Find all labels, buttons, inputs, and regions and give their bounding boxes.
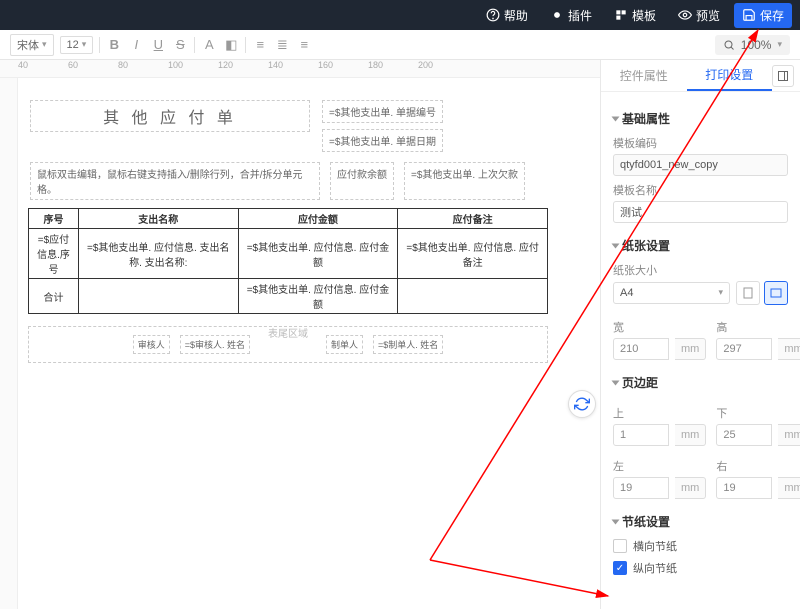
field-bill-date[interactable]: =$其他支出单. 单据日期 bbox=[322, 129, 443, 152]
doc-title[interactable]: 其 他 应 付 单 bbox=[30, 100, 310, 132]
align-left-icon[interactable]: ≡ bbox=[252, 37, 268, 53]
zoom-control[interactable]: 100% ▾ bbox=[715, 35, 790, 55]
margin-right-label: 右 bbox=[716, 458, 800, 474]
plugin-button[interactable]: 插件 bbox=[542, 3, 600, 28]
canvas-area: 406080100120140160180200 其 他 应 付 单 =$其他支… bbox=[0, 60, 600, 609]
plugin-icon bbox=[550, 8, 564, 22]
orient-landscape[interactable] bbox=[764, 281, 788, 305]
save-icon bbox=[742, 8, 756, 22]
checkbox-checked-icon: ✓ bbox=[613, 561, 627, 575]
help-label: 帮助 bbox=[504, 7, 528, 24]
doc-footer[interactable]: 表尾区域 审核人 =$审核人. 姓名 制单人 =$制单人. 姓名 bbox=[28, 326, 548, 363]
preview-button[interactable]: 预览 bbox=[670, 3, 728, 28]
tpl-name-label: 模板名称 bbox=[613, 182, 788, 198]
creator-value[interactable]: =$制单人. 姓名 bbox=[373, 335, 443, 354]
section-save-paper[interactable]: 节纸设置 bbox=[613, 513, 788, 530]
margin-top-label: 上 bbox=[613, 405, 706, 421]
expand-panel-button[interactable] bbox=[772, 65, 794, 87]
underline-icon[interactable]: U bbox=[150, 37, 166, 53]
checkbox-icon bbox=[613, 539, 627, 553]
document[interactable]: 其 他 应 付 单 =$其他支出单. 单据编号 =$其他支出单. 单据日期 鼠标… bbox=[18, 78, 600, 383]
zoom-icon bbox=[723, 39, 735, 51]
side-tabs: 控件属性 打印设置 bbox=[601, 60, 800, 92]
save-button[interactable]: 保存 bbox=[734, 3, 792, 28]
top-bar: 帮助 插件 模板 预览 保存 bbox=[0, 0, 800, 30]
font-select[interactable]: 宋体▾ bbox=[10, 34, 54, 56]
orient-portrait[interactable] bbox=[736, 281, 760, 305]
auditor-label[interactable]: 审核人 bbox=[133, 335, 170, 354]
bold-icon[interactable]: B bbox=[106, 37, 122, 53]
margin-right-input[interactable] bbox=[716, 477, 772, 499]
font-color-icon[interactable]: A bbox=[201, 37, 217, 53]
side-body: 基础属性 模板编码 模板名称 纸张设置 纸张大小 A4▾ 宽 mm bbox=[601, 92, 800, 609]
eye-icon bbox=[678, 8, 692, 22]
data-table[interactable]: 序号 支出名称 应付金额 应付备注 =$应付信息.序号 =$其他支出单. 应付信… bbox=[28, 208, 548, 314]
section-basic[interactable]: 基础属性 bbox=[613, 110, 788, 127]
field-bill-no[interactable]: =$其他支出单. 单据编号 bbox=[322, 100, 443, 123]
help-icon bbox=[486, 8, 500, 22]
hint-text[interactable]: 鼠标双击编辑，鼠标右键支持插入/删除行列，合并/拆分单元格。 bbox=[30, 162, 320, 200]
table-row[interactable]: 合计 =$其他支出单. 应付信息. 应付金额 bbox=[29, 279, 548, 314]
checkbox-horizontal-save[interactable]: 横向节纸 bbox=[613, 538, 788, 554]
editor-toolbar: 宋体▾ 12▾ B I U S A ◧ ≡ ≣ ≡ 100% ▾ bbox=[0, 30, 800, 60]
height-input[interactable] bbox=[716, 338, 772, 360]
tpl-code-input[interactable] bbox=[613, 154, 788, 176]
ruler-vertical bbox=[0, 78, 18, 609]
template-button[interactable]: 模板 bbox=[606, 3, 664, 28]
balance-value[interactable]: =$其他支出单. 上次欠款 bbox=[404, 162, 525, 200]
tpl-name-input[interactable] bbox=[613, 201, 788, 223]
section-paper[interactable]: 纸张设置 bbox=[613, 237, 788, 254]
margin-left-label: 左 bbox=[613, 458, 706, 474]
width-label: 宽 bbox=[613, 319, 706, 335]
ruler-horizontal: 406080100120140160180200 bbox=[0, 60, 600, 78]
align-center-icon[interactable]: ≣ bbox=[274, 37, 290, 53]
refresh-float-button[interactable] bbox=[568, 390, 596, 418]
zoom-value: 100% bbox=[741, 38, 772, 52]
strike-icon[interactable]: S bbox=[172, 37, 188, 53]
th-amount[interactable]: 应付金额 bbox=[238, 209, 398, 229]
template-label: 模板 bbox=[632, 7, 656, 24]
template-icon bbox=[614, 8, 628, 22]
preview-label: 预览 bbox=[696, 7, 720, 24]
plugin-label: 插件 bbox=[568, 7, 592, 24]
checkbox-vertical-save[interactable]: ✓ 纵向节纸 bbox=[613, 560, 788, 576]
bg-color-icon[interactable]: ◧ bbox=[223, 37, 239, 53]
italic-icon[interactable]: I bbox=[128, 37, 144, 53]
th-name[interactable]: 支出名称 bbox=[78, 209, 238, 229]
save-label: 保存 bbox=[760, 7, 784, 24]
auditor-value[interactable]: =$审核人. 姓名 bbox=[180, 335, 250, 354]
tab-control-props[interactable]: 控件属性 bbox=[601, 61, 687, 90]
margin-bottom-input[interactable] bbox=[716, 424, 772, 446]
paper-size-select[interactable]: A4▾ bbox=[613, 282, 730, 304]
help-button[interactable]: 帮助 bbox=[478, 3, 536, 28]
side-panel: 控件属性 打印设置 基础属性 模板编码 模板名称 纸张设置 纸张大小 A4▾ bbox=[600, 60, 800, 609]
font-size-select[interactable]: 12▾ bbox=[60, 36, 94, 54]
footer-area-label: 表尾区域 bbox=[268, 325, 308, 340]
tpl-code-label: 模板编码 bbox=[613, 135, 788, 151]
margin-left-input[interactable] bbox=[613, 477, 669, 499]
section-margins[interactable]: 页边距 bbox=[613, 374, 788, 391]
margin-top-input[interactable] bbox=[613, 424, 669, 446]
creator-label[interactable]: 制单人 bbox=[326, 335, 363, 354]
height-label: 高 bbox=[716, 319, 800, 335]
table-row[interactable]: =$应付信息.序号 =$其他支出单. 应付信息. 支出名称. 支出名称: =$其… bbox=[29, 229, 548, 279]
width-input[interactable] bbox=[613, 338, 669, 360]
align-right-icon[interactable]: ≡ bbox=[296, 37, 312, 53]
th-remark[interactable]: 应付备注 bbox=[398, 209, 548, 229]
tab-print-settings[interactable]: 打印设置 bbox=[687, 60, 773, 91]
expand-icon bbox=[777, 70, 789, 82]
th-index[interactable]: 序号 bbox=[29, 209, 79, 229]
refresh-icon bbox=[574, 396, 590, 412]
balance-label[interactable]: 应付款余额 bbox=[330, 162, 394, 200]
paper-size-label: 纸张大小 bbox=[613, 262, 788, 278]
main-area: 406080100120140160180200 其 他 应 付 单 =$其他支… bbox=[0, 60, 800, 609]
margin-bottom-label: 下 bbox=[716, 405, 800, 421]
